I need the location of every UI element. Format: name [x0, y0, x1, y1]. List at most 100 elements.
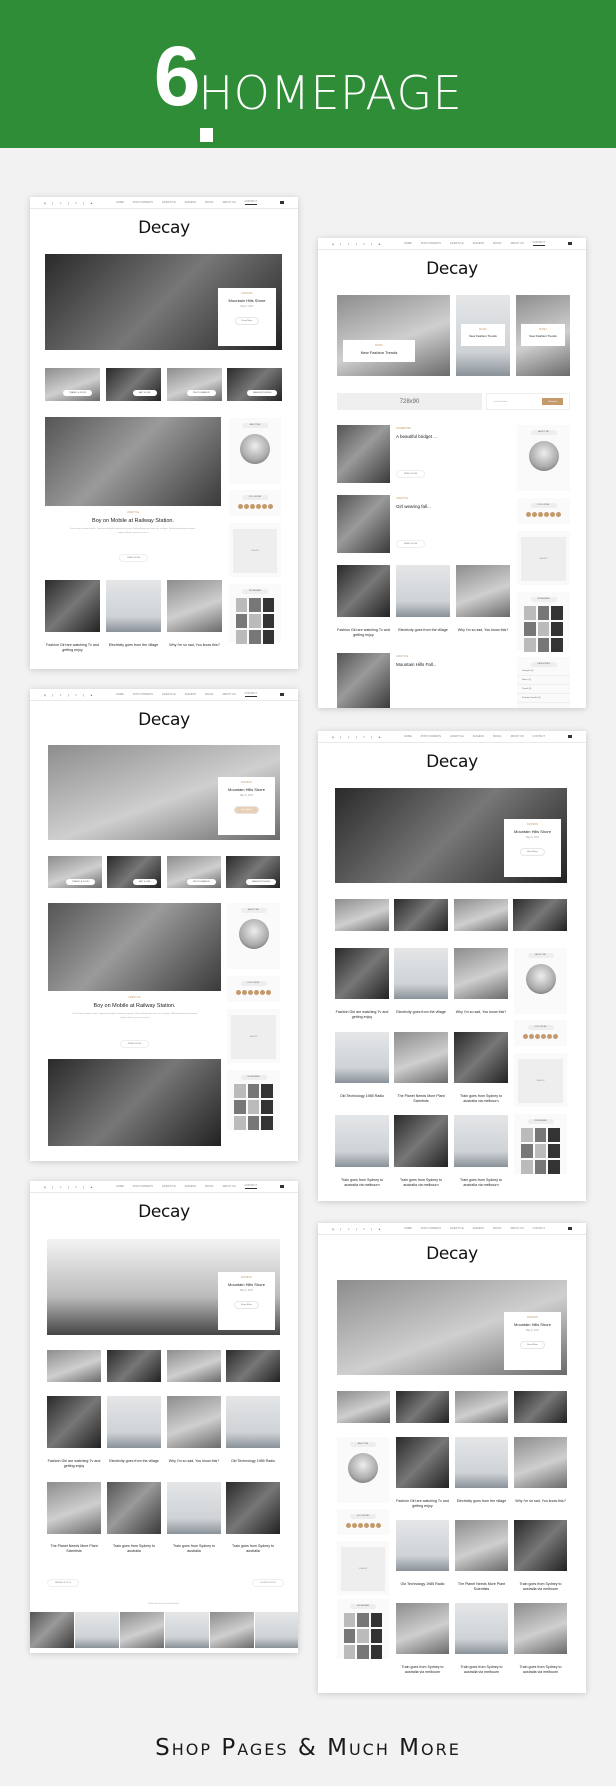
post-image[interactable]	[514, 1520, 567, 1571]
nav-item[interactable]: Post Formats	[421, 1227, 441, 1230]
post-title[interactable]: Why I'm so sad, You know this?	[454, 1010, 508, 1015]
post-image[interactable]	[45, 417, 221, 506]
featured-title[interactable]: Mountain Hills Shore	[218, 1282, 275, 1287]
post-image[interactable]	[47, 1482, 101, 1534]
slider-title[interactable]: New Fashion Trends	[521, 334, 565, 338]
slider-category[interactable]: Music	[521, 328, 565, 331]
nav-item[interactable]: About Us	[222, 1185, 235, 1188]
post-title[interactable]: Electricity goes from the village	[106, 643, 161, 648]
author-avatar[interactable]	[238, 919, 269, 949]
post-title[interactable]: Electricity goes from the village	[107, 1459, 161, 1464]
nav-item[interactable]: Music	[205, 201, 213, 204]
post-image[interactable]	[226, 1396, 280, 1448]
post-title[interactable]: Train goes from Sydney to australia via …	[335, 1178, 389, 1187]
promo-image[interactable]	[337, 1391, 390, 1423]
post-image[interactable]	[45, 580, 100, 632]
nav-item[interactable]: Fashion	[473, 735, 484, 738]
nav-item[interactable]: About Us	[222, 693, 235, 696]
nav-item[interactable]: Home	[116, 693, 124, 696]
promo-pill[interactable]: Photography	[187, 879, 216, 885]
nav-item[interactable]: Post Formats	[133, 201, 153, 204]
post-title[interactable]: Fashion Girl are watching Tv and getting…	[47, 1459, 101, 1468]
nav-item-active[interactable]: Contact	[244, 200, 257, 205]
instagram-footer-image[interactable]	[75, 1612, 119, 1648]
post-image[interactable]	[167, 580, 222, 632]
post-image[interactable]	[455, 1520, 508, 1571]
read-more-button[interactable]: Read More	[396, 540, 426, 548]
social-follow-icons[interactable]	[227, 990, 280, 995]
post-image[interactable]	[455, 1603, 508, 1654]
read-more-button[interactable]: Read More	[234, 317, 260, 325]
post-image[interactable]	[167, 1482, 221, 1534]
promo-image[interactable]	[513, 899, 567, 931]
social-icons[interactable]: q | ▪ | f | ▸	[44, 1185, 95, 1189]
featured-category[interactable]: Fashion	[218, 1276, 275, 1279]
read-more-button[interactable]: Read More	[520, 848, 545, 856]
instagram-footer-image[interactable]	[120, 1612, 164, 1648]
promo-pill[interactable]: Fashion Things	[246, 879, 277, 885]
post-title[interactable]: Fashion Girl are watching Tv and getting…	[335, 1010, 389, 1019]
author-avatar[interactable]	[348, 1453, 378, 1483]
promo-pill[interactable]: Fashion Things	[247, 390, 278, 396]
nav-item[interactable]: Post Formats	[421, 735, 441, 738]
post-title[interactable]: Why I'm so sad, You know this?	[167, 1459, 221, 1464]
post-title[interactable]: Old Technology 1985 Radio	[226, 1459, 280, 1464]
promo-pill[interactable]: Travel & Food	[66, 879, 96, 885]
promo-pill[interactable]: Photography	[187, 390, 216, 396]
promo-image[interactable]	[514, 1391, 567, 1423]
nav-item[interactable]: Fashion	[185, 693, 196, 696]
social-follow-icons[interactable]	[517, 512, 570, 517]
post-title[interactable]: Train goes from Sydney to australia via …	[394, 1178, 448, 1187]
category-link[interactable]: Fashion Trends (4)	[517, 694, 570, 703]
promo-image[interactable]	[226, 1350, 280, 1382]
nav-item[interactable]: Fashion	[185, 201, 196, 204]
post-category[interactable]: Celebrities	[396, 428, 411, 430]
post-image[interactable]	[454, 1115, 508, 1167]
ad-placeholder[interactable]: 300x250	[233, 529, 277, 573]
category-link[interactable]: Music (2)	[517, 676, 570, 685]
featured-category[interactable]: Fashion	[218, 781, 275, 784]
ad-placeholder[interactable]: 300x250	[521, 537, 566, 581]
post-category[interactable]: Lifestyle	[45, 512, 221, 514]
author-avatar[interactable]	[525, 964, 556, 994]
cart-icon[interactable]	[280, 693, 284, 696]
site-logo[interactable]: Decay	[318, 1244, 586, 1264]
post-title[interactable]: Electricity goes from the village	[455, 1499, 508, 1504]
social-follow-icons[interactable]	[337, 1523, 389, 1528]
cart-icon[interactable]	[568, 735, 572, 738]
post-title[interactable]: Why I'm so sad, You know this?	[167, 643, 222, 648]
post-title[interactable]: Old Technology 1985 Radio	[335, 1094, 389, 1099]
featured-title[interactable]: Mountain Hills Shore	[218, 298, 276, 303]
nav-item[interactable]: Lifestyle	[162, 1185, 176, 1188]
post-image[interactable]	[47, 1396, 101, 1448]
ad-placeholder[interactable]: 300x250	[518, 1059, 563, 1103]
social-icons[interactable]: q | ▪ | f | ▸	[44, 693, 95, 697]
post-title[interactable]: Girl wearing fall...	[396, 504, 431, 510]
promo-image[interactable]	[107, 1350, 161, 1382]
slider-category[interactable]: Music	[461, 328, 505, 331]
post-image[interactable]	[335, 1115, 389, 1167]
post-title[interactable]: Train goes from Sydney to australia via …	[514, 1665, 567, 1674]
featured-category[interactable]: Fashion	[504, 823, 561, 826]
newer-posts-button[interactable]: Newer Posts	[47, 1579, 80, 1587]
nav-item[interactable]: Home	[116, 1185, 124, 1188]
nav-item[interactable]: Post Formats	[133, 1185, 153, 1188]
nav-item[interactable]: Lifestyle	[450, 242, 464, 245]
instagram-grid[interactable]	[517, 602, 570, 656]
promo-pill[interactable]: Travel & Food	[63, 390, 93, 396]
post-title[interactable]: Train goes from Sydney to australia	[107, 1544, 161, 1553]
post-image[interactable]	[456, 565, 510, 617]
post-title[interactable]: Why I'm so sad, You know this?	[514, 1499, 567, 1504]
post-image[interactable]	[107, 1482, 161, 1534]
promo-image[interactable]	[454, 899, 508, 931]
nav-item[interactable]: Music	[205, 1185, 213, 1188]
email-input[interactable]: Your Email Here	[493, 401, 508, 403]
author-avatar[interactable]	[528, 441, 559, 471]
nav-item[interactable]: Music	[493, 735, 501, 738]
social-icons[interactable]: q | ▪ | f | ▸	[332, 1227, 383, 1231]
read-more-button[interactable]: Read More	[120, 1040, 150, 1048]
post-image[interactable]	[454, 948, 508, 999]
nav-item[interactable]: Fashion	[473, 242, 484, 245]
homepage-preview-5[interactable]: q | ▪ | f | ▸ Home Post Formats Lifestyl…	[30, 1181, 298, 1653]
post-title[interactable]: Train goes from Sydney to australia via …	[455, 1665, 508, 1674]
